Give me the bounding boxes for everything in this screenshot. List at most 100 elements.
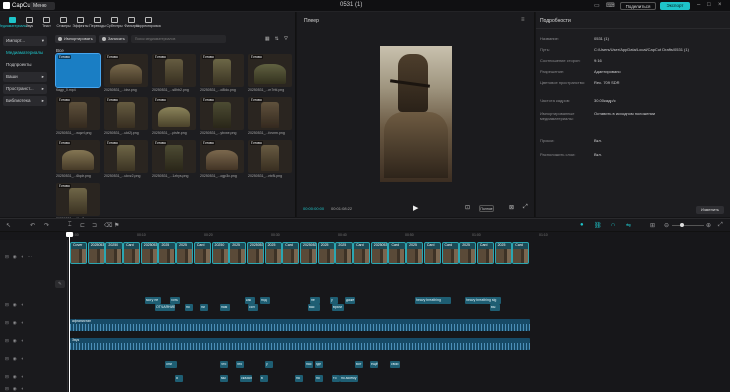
minimize-icon[interactable]: – — [697, 2, 700, 8]
lock-icon[interactable]: ⊟ — [5, 386, 9, 392]
grid-view-icon[interactable]: ▦ — [265, 36, 270, 42]
lock-icon[interactable]: ⊟ — [5, 356, 9, 362]
media-thumbnail[interactable]: Готово — [152, 97, 196, 130]
text-clip[interactable]: по — [315, 375, 323, 382]
text-clip[interactable]: heavy breathing — [415, 297, 451, 304]
text-clip[interactable]: хоть — [170, 297, 180, 304]
media-thumbnail[interactable]: Готово — [200, 140, 244, 173]
text-clip[interactable]: у — [330, 297, 338, 304]
preview-axis-icon[interactable]: ⇋ — [626, 222, 631, 229]
text-clip[interactable]: ОТЧАЯНИЕ — [155, 304, 175, 311]
text-clip[interactable]: враги — [332, 304, 344, 311]
fullscreen-icon[interactable]: ⤢ — [523, 204, 528, 211]
tab-4[interactable]: Эффекты — [72, 12, 89, 32]
cover-edit-icon[interactable]: ✎ — [55, 280, 65, 288]
sidebar-item-yours[interactable]: Ваши ▸ — [3, 72, 47, 82]
text-clip[interactable]: я — [175, 375, 183, 382]
media-thumbnail[interactable]: Готово — [200, 54, 244, 87]
text-clip[interactable]: где — [315, 361, 323, 368]
tab-6[interactable]: Субтитры — [106, 12, 123, 32]
text-clip[interactable]: как — [245, 297, 255, 304]
text-clip[interactable]: не — [310, 297, 320, 304]
video-clip[interactable]: 20250531 — [370, 242, 388, 264]
undo-icon[interactable]: ↶ — [30, 222, 35, 229]
audio-icon[interactable]: ◖ — [21, 374, 24, 380]
text-clip[interactable]: что — [220, 361, 228, 368]
text-clip[interactable]: даже — [345, 297, 355, 304]
playhead[interactable] — [66, 232, 73, 392]
sidebar-item-spaces[interactable]: Пространст... ▸ — [3, 84, 47, 94]
text-clip[interactable]: вы — [490, 304, 500, 311]
video-clip[interactable]: 2025 — [317, 242, 335, 264]
video-clip[interactable]: Card — [282, 242, 300, 264]
media-thumbnail[interactable]: Готово — [248, 140, 292, 173]
video-clip[interactable]: 2025053 — [246, 242, 265, 264]
text-clip[interactable]: вот — [355, 361, 363, 368]
media-thumbnail[interactable]: Готово — [152, 54, 196, 87]
maximize-icon[interactable]: □ — [707, 2, 711, 8]
text-clip[interactable]: но — [185, 304, 193, 311]
text-clip[interactable]: под — [260, 297, 270, 304]
zoom-out-icon[interactable]: ⊖ — [664, 222, 669, 229]
audio-icon[interactable]: ◖ — [21, 338, 24, 344]
import-button[interactable]: Импортировать — [55, 35, 96, 43]
audio-icon[interactable]: ◖ — [21, 386, 24, 392]
tab-0[interactable]: Медиаматериалы — [0, 12, 27, 32]
video-clip[interactable]: 20250 — [211, 242, 229, 264]
audio-clip[interactable]: афганистан — [70, 319, 530, 331]
video-preview[interactable] — [380, 46, 452, 182]
filter-icon[interactable]: ⛛ — [284, 36, 288, 42]
media-thumbnail[interactable]: Готово — [248, 97, 292, 130]
ratio-button[interactable]: Полное — [479, 205, 494, 212]
text-clip[interactable]: в — [260, 375, 268, 382]
more-icon[interactable]: ⋯ — [27, 254, 32, 260]
layout-icon[interactable]: ▭ — [594, 2, 600, 9]
video-clip[interactable]: Card — [193, 242, 212, 264]
video-clip[interactable]: 20250531 — [300, 242, 318, 264]
share-button[interactable]: Поделиться — [620, 2, 656, 10]
audio-icon[interactable]: ◖ — [21, 320, 24, 326]
main-menu-button[interactable]: Меню — [30, 2, 55, 10]
video-clip[interactable]: 2025 — [158, 242, 176, 264]
shortcut-icon[interactable]: ⌨ — [606, 2, 615, 9]
sidebar-item-media[interactable]: Медиаматериалы — [3, 48, 47, 58]
playhead-handle[interactable] — [66, 232, 73, 237]
text-clip[interactable]: то — [332, 375, 340, 382]
delete-icon[interactable]: ⌫ — [104, 222, 112, 229]
tab-8[interactable]: Корректировка — [136, 12, 161, 32]
text-clip[interactable]: heavy breathing sig — [465, 297, 501, 304]
media-thumbnail[interactable]: Готово — [55, 53, 101, 88]
record-button[interactable]: Записать — [98, 35, 128, 43]
zoom-slider-handle[interactable] — [680, 223, 684, 227]
export-button[interactable]: Экспорт — [660, 2, 690, 10]
tab-2[interactable]: Текст — [38, 12, 55, 32]
video-clip[interactable]: Card — [123, 242, 141, 264]
video-clip[interactable]: Card — [441, 242, 459, 264]
video-clip[interactable]: Cover — [70, 242, 88, 264]
video-clip[interactable]: 2025053 — [140, 242, 158, 264]
media-thumbnail[interactable]: Готово — [200, 97, 244, 130]
video-clip[interactable]: Card — [423, 242, 442, 264]
text-clip[interactable]: сказал — [240, 375, 252, 382]
tab-5[interactable]: Переходы — [89, 12, 106, 32]
zoom-slider[interactable] — [672, 223, 704, 227]
video-clip[interactable]: Card — [388, 242, 406, 264]
text-clip[interactable]: на — [295, 375, 303, 382]
text-clip[interactable]: ни — [200, 304, 208, 311]
video-clip[interactable]: 2025 — [264, 242, 282, 264]
zoom-in-icon[interactable]: ⊕ — [706, 222, 711, 229]
text-clip[interactable]: мы — [220, 375, 228, 382]
record-audio-icon[interactable]: ● — [580, 222, 584, 228]
video-clip[interactable]: 20250531 — [87, 242, 105, 264]
video-clip[interactable]: 2025 — [176, 242, 194, 264]
media-thumbnail[interactable]: Готово — [104, 97, 148, 130]
redo-icon[interactable]: ↷ — [44, 222, 49, 229]
text-clip[interactable]: сил — [248, 304, 258, 311]
text-clip[interactable]: по-моему — [340, 375, 358, 382]
audio-icon[interactable]: ◖ — [21, 254, 24, 260]
media-thumbnail[interactable]: Готово — [56, 97, 100, 130]
visibility-icon[interactable]: ◉ — [13, 374, 17, 380]
text-clip[interactable]: ещё — [370, 361, 378, 368]
text-clip[interactable]: это — [236, 361, 244, 368]
edit-details-button[interactable]: Изменить — [696, 206, 724, 214]
